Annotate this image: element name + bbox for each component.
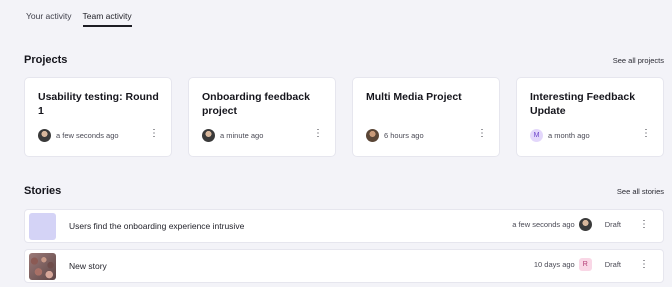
story-thumbnail — [29, 213, 56, 240]
project-card[interactable]: Onboarding feedback project a minute ago… — [188, 77, 336, 157]
more-options-icon[interactable]: ⋮ — [639, 259, 649, 270]
project-title: Usability testing: Round 1 — [38, 91, 159, 117]
avatar — [578, 218, 592, 231]
project-title: Multi Media Project — [366, 91, 462, 103]
project-title: Onboarding feedback project — [202, 91, 310, 117]
avatar: M — [530, 129, 543, 142]
story-timestamp: 10 days ago — [533, 260, 575, 269]
story-thumbnail — [29, 253, 56, 280]
story-row[interactable]: New story 10 days ago R Draft ⋮ — [24, 249, 664, 283]
project-title: Interesting Feedback Update — [530, 91, 636, 117]
story-row[interactable]: Users find the onboarding experience int… — [24, 209, 664, 243]
avatar: R — [578, 258, 592, 271]
see-all-projects-link[interactable]: See all projects — [613, 56, 664, 65]
project-cards: Usability testing: Round 1 a few seconds… — [24, 77, 664, 157]
projects-heading: Projects — [24, 54, 68, 66]
project-card[interactable]: Multi Media Project 6 hours ago ⋮ — [352, 77, 500, 157]
activity-tabs: Your activity Team activity — [26, 10, 132, 27]
more-options-icon[interactable]: ⋮ — [477, 129, 487, 139]
project-card[interactable]: Usability testing: Round 1 a few seconds… — [24, 77, 172, 157]
tab-your-activity[interactable]: Your activity — [26, 10, 72, 27]
story-title: Users find the onboarding experience int… — [69, 221, 245, 231]
project-timestamp: 6 hours ago — [384, 131, 424, 140]
status-badge: Draft — [604, 260, 621, 269]
avatar — [38, 129, 51, 142]
project-timestamp: a month ago — [548, 131, 590, 140]
story-timestamp: a few seconds ago — [512, 220, 575, 229]
more-options-icon[interactable]: ⋮ — [641, 129, 651, 139]
see-all-stories-link[interactable]: See all stories — [617, 187, 664, 196]
project-card[interactable]: Interesting Feedback Update M a month ag… — [516, 77, 664, 157]
tab-team-activity[interactable]: Team activity — [82, 10, 132, 27]
more-options-icon[interactable]: ⋮ — [639, 219, 649, 230]
project-timestamp: a few seconds ago — [56, 131, 119, 140]
more-options-icon[interactable]: ⋮ — [149, 129, 159, 139]
more-options-icon[interactable]: ⋮ — [313, 129, 323, 139]
project-timestamp: a minute ago — [220, 131, 264, 140]
avatar — [202, 129, 215, 142]
story-title: New story — [69, 261, 107, 271]
avatar — [366, 129, 379, 142]
status-badge: Draft — [604, 220, 621, 229]
stories-heading: Stories — [24, 185, 62, 197]
